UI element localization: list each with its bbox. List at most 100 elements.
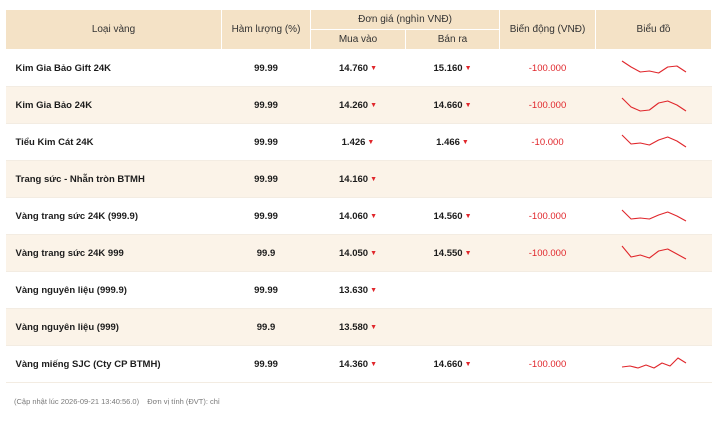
table-row[interactable]: Kim Gia Bảo Gift 24K 99.99 14.760 ▼ 15.160 ▼ -…: [5, 49, 712, 87]
cell-purity: 99.99: [221, 49, 311, 87]
sparkline-line: [621, 97, 686, 112]
table-body: Kim Gia Bảo Gift 24K 99.99 14.760 ▼ 15.160 ▼ -…: [5, 49, 712, 383]
down-arrow-icon: ▼: [464, 64, 472, 72]
cell-buy: 14.360 ▼: [310, 345, 406, 383]
down-arrow-icon: ▼: [370, 249, 377, 257]
down-arrow-icon: ▼: [461, 138, 469, 146]
header-sell: Bán ra: [404, 29, 501, 50]
trend-sparkline[interactable]: [621, 241, 687, 265]
last-updated-text: (Cập nhật lúc 2026-09-21 13:40:56.0): [14, 397, 140, 406]
cell-purity: 99.99: [221, 123, 311, 161]
cell-gold-type: Vàng miếng SJC (Cty CP BTMH): [5, 345, 222, 383]
cell-sell: [405, 271, 500, 309]
gold-type-name: Tiểu Kim Cát 24K: [15, 136, 94, 148]
sell-price: 15.160: [433, 62, 463, 74]
down-arrow-icon: ▼: [464, 360, 472, 368]
header-gold-type: Loại vàng: [5, 9, 222, 50]
cell-change: [499, 308, 596, 346]
gold-type-name: Vàng nguyên liệu (999): [15, 321, 119, 333]
cell-buy: 14.160 ▼: [310, 160, 406, 198]
table-row[interactable]: Vàng trang sức 24K (999.9) 99.99 14.060 ▼ 14…: [5, 197, 712, 235]
cell-buy: 14.260 ▼: [310, 86, 406, 124]
cell-gold-type: Trang sức - Nhẫn tròn BTMH: [5, 160, 222, 198]
change-value: -10.000: [531, 136, 564, 148]
sparkline-line: [621, 60, 686, 74]
cell-buy: 14.050 ▼: [310, 234, 406, 272]
change-value: -100.000: [528, 210, 567, 222]
change-value: -100.000: [528, 358, 567, 370]
cell-purity: 99.99: [221, 271, 311, 309]
cell-sell: 14.660 ▼: [405, 345, 500, 383]
cell-gold-type: Kim Gia Bảo Gift 24K: [5, 49, 222, 87]
gold-type-name: Kim Gia Bảo 24K: [15, 99, 93, 111]
change-value: -100.000: [528, 99, 567, 111]
cell-chart: [595, 308, 712, 346]
sell-price: 14.660: [433, 99, 463, 111]
trend-sparkline[interactable]: [621, 204, 687, 228]
footer-note: (Cập nhật lúc 2026-09-21 13:40:56.0) Đơn…: [14, 397, 220, 406]
cell-chart: [595, 197, 712, 235]
cell-sell: 1.466 ▼: [405, 123, 500, 161]
table-row[interactable]: Tiểu Kim Cát 24K 99.99 1.426 ▼ 1.466 ▼ -10.000: [5, 123, 712, 161]
cell-sell: 14.660 ▼: [405, 86, 500, 124]
down-arrow-icon: ▼: [464, 249, 472, 257]
cell-change: -100.000: [499, 86, 596, 124]
header-change: Biến động (VNĐ): [499, 9, 597, 50]
sparkline-line: [621, 245, 686, 260]
table-row[interactable]: Vàng miếng SJC (Cty CP BTMH) 99.99 14.360 ▼…: [5, 345, 712, 383]
table-row[interactable]: Vàng trang sức 24K 999 99.9 14.050 ▼ 14.550 ▼…: [5, 234, 712, 272]
trend-sparkline[interactable]: [621, 56, 687, 80]
cell-chart: [595, 345, 712, 383]
buy-price: 14.050: [339, 247, 369, 259]
down-arrow-icon: ▼: [370, 212, 377, 220]
sell-price: 1.466: [436, 136, 460, 148]
cell-buy: 13.580 ▼: [310, 308, 406, 346]
trend-sparkline[interactable]: [621, 130, 687, 154]
sell-price: 14.660: [433, 358, 463, 370]
gold-type-name: Kim Gia Bảo Gift 24K: [15, 62, 112, 74]
table-row[interactable]: Vàng nguyên liệu (999) 99.9 13.580 ▼: [5, 308, 712, 346]
table-row[interactable]: Trang sức - Nhẫn tròn BTMH 99.99 14.160 ▼: [5, 160, 712, 198]
cell-buy: 1.426 ▼: [310, 123, 406, 161]
cell-purity: 99.99: [221, 160, 311, 198]
cell-change: [499, 160, 596, 198]
cell-sell: [405, 160, 500, 198]
gold-type-name: Vàng trang sức 24K 999: [15, 247, 124, 259]
buy-price: 13.580: [339, 321, 369, 333]
table-row[interactable]: Vàng nguyên liệu (999.9) 99.99 13.630 ▼: [5, 271, 712, 309]
cell-change: -100.000: [499, 234, 596, 272]
gold-type-name: Trang sức - Nhẫn tròn BTMH: [15, 173, 145, 185]
purity-value: 99.9: [256, 321, 276, 333]
buy-price: 13.630: [339, 284, 369, 296]
table-row[interactable]: Kim Gia Bảo 24K 99.99 14.260 ▼ 14.660 ▼ -100.0…: [5, 86, 712, 124]
purity-value: 99.99: [254, 210, 278, 222]
down-arrow-icon: ▼: [367, 138, 375, 146]
down-arrow-icon: ▼: [464, 212, 472, 220]
trend-sparkline[interactable]: [621, 93, 687, 117]
buy-price: 14.060: [339, 210, 369, 222]
cell-buy: 14.760 ▼: [310, 49, 406, 87]
purity-value: 99.99: [254, 62, 278, 74]
buy-price: 14.260: [339, 99, 369, 111]
cell-change: -100.000: [499, 345, 596, 383]
purity-value: 99.99: [254, 99, 278, 111]
cell-change: -100.000: [499, 197, 596, 235]
purity-value: 99.99: [254, 284, 278, 296]
cell-gold-type: Tiểu Kim Cát 24K: [5, 123, 222, 161]
gold-price-table-container: Loại vàng Hàm lượng (%) Đơn giá (nghìn V…: [5, 9, 713, 383]
gold-type-name: Vàng trang sức 24K (999.9): [15, 210, 139, 222]
down-arrow-icon: ▼: [370, 64, 377, 72]
unit-text: Đơn vị tính (ĐVT): chỉ: [147, 397, 220, 406]
header-unit-price: Đơn giá (nghìn VNĐ): [309, 9, 501, 30]
down-arrow-icon: ▼: [370, 101, 377, 109]
header-purity: Hàm lượng (%): [221, 9, 311, 50]
trend-sparkline[interactable]: [621, 352, 687, 376]
cell-sell: [405, 308, 500, 346]
header-buy: Mua vào: [310, 29, 406, 50]
down-arrow-icon: ▼: [370, 360, 377, 368]
cell-change: -10.000: [499, 123, 596, 161]
sparkline-line: [621, 209, 686, 222]
cell-purity: 99.9: [221, 234, 311, 272]
purity-value: 99.99: [254, 173, 278, 185]
cell-gold-type: Vàng trang sức 24K (999.9): [5, 197, 222, 235]
